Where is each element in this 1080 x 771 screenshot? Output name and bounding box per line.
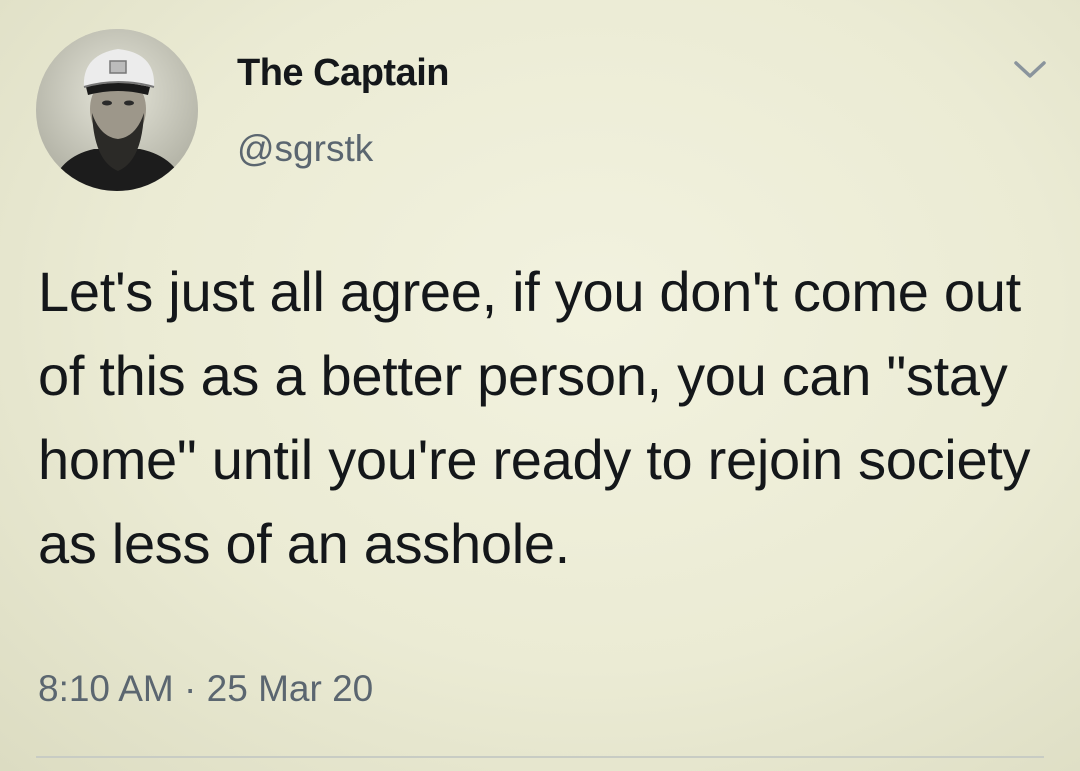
tweet-card: The Captain @sgrstk Let's just all agree… [0, 0, 1080, 771]
display-name[interactable]: The Captain [237, 52, 449, 95]
avatar[interactable] [36, 29, 198, 191]
tweet-date: 25 Mar 20 [206, 668, 374, 709]
tweet-timestamp[interactable]: 8:10 AM · 25 Mar 20 [38, 668, 373, 710]
tweet-time: 8:10 AM [38, 668, 174, 709]
avatar-icon [36, 29, 198, 191]
divider [36, 756, 1044, 758]
user-handle[interactable]: @sgrstk [237, 128, 373, 170]
meta-separator: · [184, 668, 197, 709]
chevron-down-icon[interactable] [1012, 58, 1048, 82]
tweet-text: Let's just all agree, if you don't come … [38, 260, 1031, 575]
